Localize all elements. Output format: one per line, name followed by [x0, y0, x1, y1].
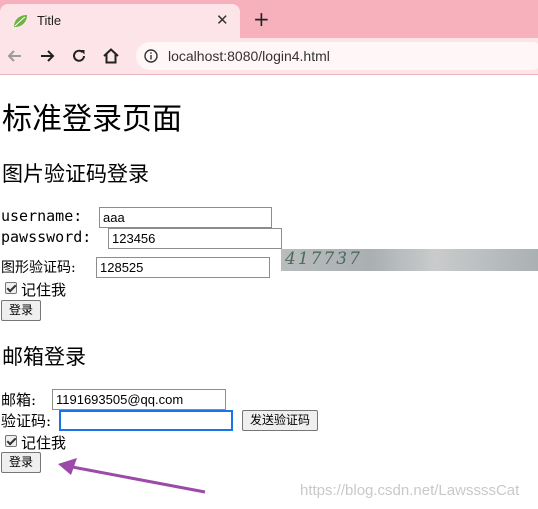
code-input[interactable] — [59, 410, 233, 431]
remember-me-label: 记住我 — [21, 281, 67, 299]
info-icon[interactable] — [144, 49, 158, 63]
captcha-image[interactable]: 417737 — [281, 249, 538, 271]
address-bar[interactable]: localhost:8080/login4.html — [136, 42, 538, 70]
password-label: pawssword: — [1, 228, 92, 246]
browser-toolbar: localhost:8080/login4.html — [0, 38, 538, 75]
annotation-arrow — [58, 458, 206, 494]
username-input[interactable] — [99, 207, 272, 228]
email-input[interactable] — [52, 389, 226, 410]
email-remember-me-label: 记住我 — [21, 434, 67, 452]
send-code-button[interactable]: 发送验证码 — [242, 410, 319, 431]
url-text: localhost:8080/login4.html — [168, 48, 330, 64]
new-tab-button[interactable]: + — [253, 8, 270, 30]
captcha-label: 图形验证码: — [1, 260, 76, 276]
tab-title: Title — [37, 13, 62, 28]
code-label: 验证码: — [1, 412, 52, 430]
email-remember-me-checkbox[interactable] — [5, 435, 17, 447]
email-login-heading: 邮箱登录 — [2, 345, 86, 369]
home-icon[interactable] — [102, 47, 120, 65]
email-login-button[interactable]: 登录 — [1, 452, 42, 473]
page-title: 标准登录页面 — [2, 102, 182, 137]
back-arrow-icon[interactable] — [6, 47, 24, 65]
email-label: 邮箱: — [1, 391, 37, 409]
leaf-icon — [14, 15, 27, 27]
image-login-button[interactable]: 登录 — [1, 300, 42, 321]
forward-arrow-icon[interactable] — [38, 47, 56, 65]
password-input[interactable] — [108, 228, 282, 249]
watermark: https://blog.csdn.net/LawssssCat — [300, 482, 520, 499]
close-tab-icon[interactable]: ✕ — [216, 10, 229, 30]
reload-icon[interactable] — [70, 47, 88, 65]
browser-tab-bar: Title ✕ + — [0, 0, 538, 38]
captcha-image-text: 417737 — [285, 249, 362, 269]
captcha-input[interactable] — [96, 257, 270, 278]
image-captcha-heading: 图片验证码登录 — [2, 162, 149, 186]
browser-tab[interactable]: Title ✕ — [0, 4, 240, 38]
username-label: username: — [1, 207, 83, 225]
remember-me-checkbox[interactable] — [5, 282, 17, 294]
